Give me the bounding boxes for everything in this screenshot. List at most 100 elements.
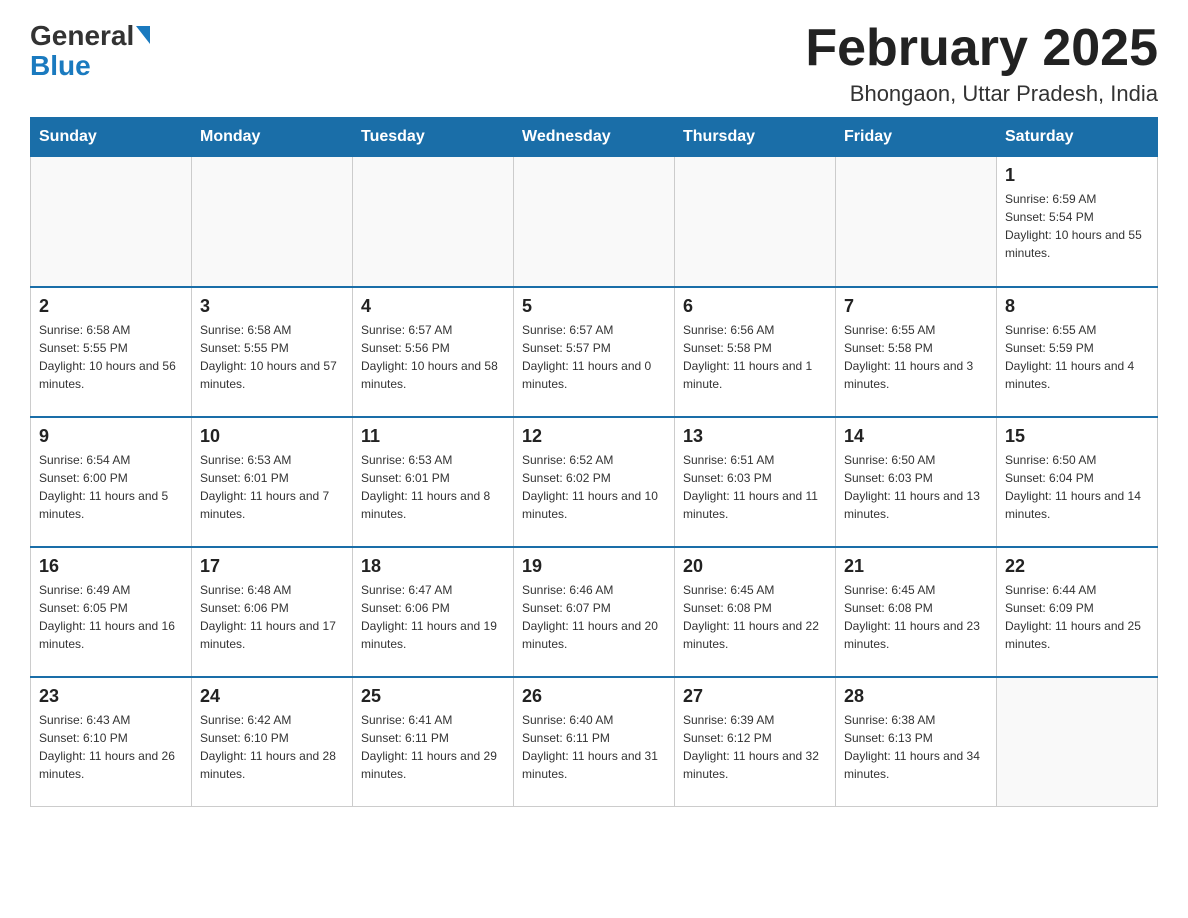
weekday-header-friday: Friday [836,118,997,157]
weekday-header-tuesday: Tuesday [353,118,514,157]
page-header: General Blue February 2025 Bhongaon, Utt… [30,20,1158,107]
weekday-header-wednesday: Wednesday [514,118,675,157]
day-info: Sunrise: 6:57 AMSunset: 5:57 PMDaylight:… [522,321,666,393]
calendar-cell: 24 Sunrise: 6:42 AMSunset: 6:10 PMDayligh… [192,677,353,807]
day-number: 10 [200,426,344,447]
day-number: 1 [1005,165,1149,186]
day-number: 13 [683,426,827,447]
day-info: Sunrise: 6:43 AMSunset: 6:10 PMDaylight:… [39,711,183,783]
day-number: 25 [361,686,505,707]
day-number: 24 [200,686,344,707]
day-number: 8 [1005,296,1149,317]
calendar-cell: 23 Sunrise: 6:43 AMSunset: 6:10 PMDayligh… [31,677,192,807]
day-number: 17 [200,556,344,577]
day-number: 18 [361,556,505,577]
calendar-cell: 6 Sunrise: 6:56 AMSunset: 5:58 PMDaylight… [675,287,836,417]
day-number: 7 [844,296,988,317]
day-info: Sunrise: 6:55 AMSunset: 5:58 PMDaylight:… [844,321,988,393]
calendar-cell [675,157,836,287]
calendar-cell: 20 Sunrise: 6:45 AMSunset: 6:08 PMDayligh… [675,547,836,677]
day-info: Sunrise: 6:58 AMSunset: 5:55 PMDaylight:… [200,321,344,393]
logo-arrow-icon [136,26,150,44]
day-info: Sunrise: 6:48 AMSunset: 6:06 PMDaylight:… [200,581,344,653]
day-info: Sunrise: 6:39 AMSunset: 6:12 PMDaylight:… [683,711,827,783]
day-number: 20 [683,556,827,577]
day-number: 21 [844,556,988,577]
calendar-cell: 7 Sunrise: 6:55 AMSunset: 5:58 PMDaylight… [836,287,997,417]
day-number: 27 [683,686,827,707]
day-number: 28 [844,686,988,707]
calendar-cell: 21 Sunrise: 6:45 AMSunset: 6:08 PMDayligh… [836,547,997,677]
calendar-week-row: 16Sunrise: 6:49 AMSunset: 6:05 PMDayligh… [31,547,1158,677]
calendar-cell: 8 Sunrise: 6:55 AMSunset: 5:59 PMDaylight… [997,287,1158,417]
day-number: 4 [361,296,505,317]
day-number: 14 [844,426,988,447]
day-number: 3 [200,296,344,317]
calendar-cell: 15Sunrise: 6:50 AMSunset: 6:04 PMDayligh… [997,417,1158,547]
day-info: Sunrise: 6:59 AMSunset: 5:54 PMDaylight:… [1005,190,1149,262]
day-number: 19 [522,556,666,577]
title-area: February 2025 Bhongaon, Uttar Pradesh, I… [805,20,1158,107]
calendar-week-row: 2 Sunrise: 6:58 AMSunset: 5:55 PMDaylight… [31,287,1158,417]
day-info: Sunrise: 6:38 AMSunset: 6:13 PMDaylight:… [844,711,988,783]
calendar-cell: 27 Sunrise: 6:39 AMSunset: 6:12 PMDayligh… [675,677,836,807]
day-info: Sunrise: 6:56 AMSunset: 5:58 PMDaylight:… [683,321,827,393]
calendar-header-row: SundayMondayTuesdayWednesdayThursdayFrid… [31,118,1158,157]
calendar-cell: 12 Sunrise: 6:52 AMSunset: 6:02 PMDayligh… [514,417,675,547]
calendar-cell [997,677,1158,807]
day-info: Sunrise: 6:53 AMSunset: 6:01 PMDaylight:… [361,451,505,523]
logo: General Blue [30,20,150,82]
day-info: Sunrise: 6:55 AMSunset: 5:59 PMDaylight:… [1005,321,1149,393]
calendar-cell: 25 Sunrise: 6:41 AMSunset: 6:11 PMDayligh… [353,677,514,807]
day-info: Sunrise: 6:41 AMSunset: 6:11 PMDaylight:… [361,711,505,783]
day-info: Sunrise: 6:58 AMSunset: 5:55 PMDaylight:… [39,321,183,393]
day-info: Sunrise: 6:44 AMSunset: 6:09 PMDaylight:… [1005,581,1149,653]
day-number: 22 [1005,556,1149,577]
calendar-cell [31,157,192,287]
day-info: Sunrise: 6:50 AMSunset: 6:03 PMDaylight:… [844,451,988,523]
calendar-cell [353,157,514,287]
day-info: Sunrise: 6:42 AMSunset: 6:10 PMDaylight:… [200,711,344,783]
calendar-cell: 4 Sunrise: 6:57 AMSunset: 5:56 PMDaylight… [353,287,514,417]
weekday-header-thursday: Thursday [675,118,836,157]
calendar-week-row: 23 Sunrise: 6:43 AMSunset: 6:10 PMDayligh… [31,677,1158,807]
weekday-header-saturday: Saturday [997,118,1158,157]
day-info: Sunrise: 6:45 AMSunset: 6:08 PMDaylight:… [844,581,988,653]
day-info: Sunrise: 6:52 AMSunset: 6:02 PMDaylight:… [522,451,666,523]
day-number: 23 [39,686,183,707]
calendar-cell: 1 Sunrise: 6:59 AMSunset: 5:54 PMDaylight… [997,157,1158,287]
logo-general-text: General [30,20,134,52]
month-title: February 2025 [805,20,1158,77]
day-number: 12 [522,426,666,447]
day-number: 26 [522,686,666,707]
day-info: Sunrise: 6:46 AMSunset: 6:07 PMDaylight:… [522,581,666,653]
calendar-cell: 18 Sunrise: 6:47 AMSunset: 6:06 PMDayligh… [353,547,514,677]
day-info: Sunrise: 6:47 AMSunset: 6:06 PMDaylight:… [361,581,505,653]
day-info: Sunrise: 6:53 AMSunset: 6:01 PMDaylight:… [200,451,344,523]
calendar-cell: 3 Sunrise: 6:58 AMSunset: 5:55 PMDaylight… [192,287,353,417]
day-info: Sunrise: 6:40 AMSunset: 6:11 PMDaylight:… [522,711,666,783]
day-info: Sunrise: 6:49 AMSunset: 6:05 PMDaylight:… [39,581,183,653]
day-info: Sunrise: 6:50 AMSunset: 6:04 PMDaylight:… [1005,451,1149,523]
day-info: Sunrise: 6:54 AMSunset: 6:00 PMDaylight:… [39,451,183,523]
weekday-header-sunday: Sunday [31,118,192,157]
day-info: Sunrise: 6:51 AMSunset: 6:03 PMDaylight:… [683,451,827,523]
logo-blue-text: Blue [30,50,91,82]
location-title: Bhongaon, Uttar Pradesh, India [805,81,1158,107]
calendar-cell [836,157,997,287]
calendar-week-row: 1 Sunrise: 6:59 AMSunset: 5:54 PMDaylight… [31,157,1158,287]
day-info: Sunrise: 6:57 AMSunset: 5:56 PMDaylight:… [361,321,505,393]
day-number: 2 [39,296,183,317]
calendar-cell: 19 Sunrise: 6:46 AMSunset: 6:07 PMDayligh… [514,547,675,677]
calendar-table: SundayMondayTuesdayWednesdayThursdayFrid… [30,117,1158,807]
calendar-cell: 5Sunrise: 6:57 AMSunset: 5:57 PMDaylight… [514,287,675,417]
calendar-week-row: 9Sunrise: 6:54 AMSunset: 6:00 PMDaylight… [31,417,1158,547]
day-number: 6 [683,296,827,317]
calendar-cell: 26 Sunrise: 6:40 AMSunset: 6:11 PMDayligh… [514,677,675,807]
calendar-cell: 16Sunrise: 6:49 AMSunset: 6:05 PMDayligh… [31,547,192,677]
calendar-cell: 13 Sunrise: 6:51 AMSunset: 6:03 PMDayligh… [675,417,836,547]
weekday-header-monday: Monday [192,118,353,157]
calendar-cell: 2 Sunrise: 6:58 AMSunset: 5:55 PMDaylight… [31,287,192,417]
calendar-cell: 17 Sunrise: 6:48 AMSunset: 6:06 PMDayligh… [192,547,353,677]
day-info: Sunrise: 6:45 AMSunset: 6:08 PMDaylight:… [683,581,827,653]
